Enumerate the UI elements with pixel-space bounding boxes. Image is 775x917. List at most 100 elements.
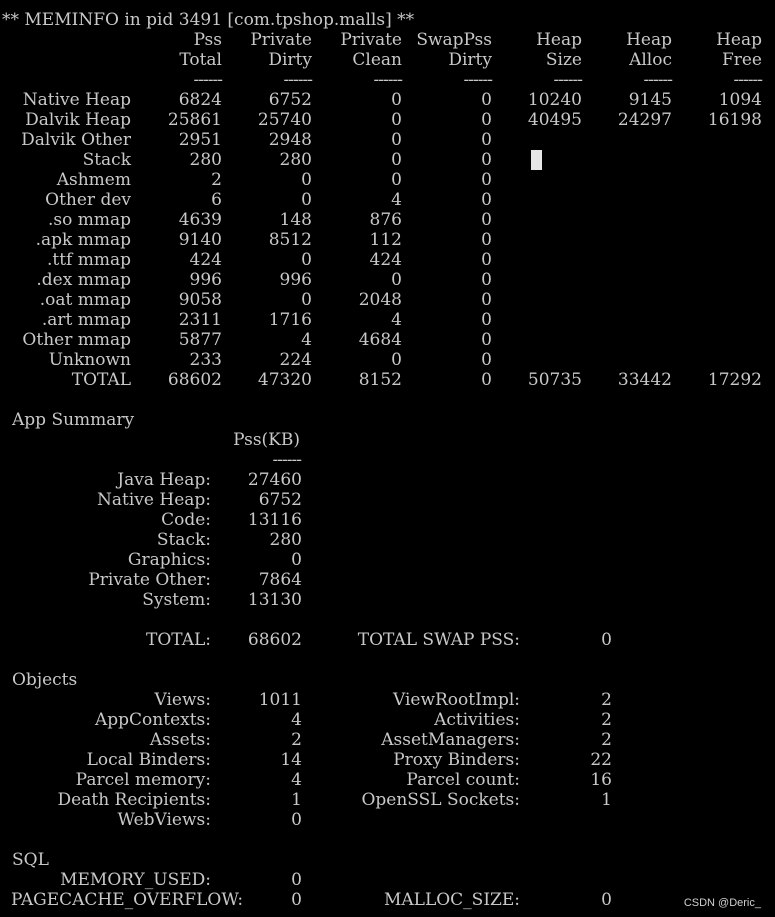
- row-label: Ashmem: [56, 170, 131, 190]
- column-header-top: Heap: [716, 30, 762, 50]
- cell-value: 1716: [268, 310, 312, 330]
- terminal-window: { "header": "** MEMINFO in pid 3491 [com…: [0, 0, 775, 917]
- app-summary-title: App Summary: [12, 410, 135, 430]
- cell-value: 0: [301, 290, 312, 310]
- cell-value: 10240: [527, 90, 582, 110]
- summary-label: System:: [142, 590, 211, 610]
- cell-value: 6752: [268, 90, 312, 110]
- cell-value: 0: [481, 110, 492, 130]
- object-label: Parcel memory:: [75, 770, 211, 790]
- cell-value: 6824: [178, 90, 222, 110]
- row-label: Stack: [82, 150, 131, 170]
- summary-label: Graphics:: [127, 550, 211, 570]
- object-label: Local Binders:: [86, 750, 211, 770]
- malloc-size-label: MALLOC_SIZE:: [383, 890, 520, 910]
- cell-value: 0: [481, 250, 492, 270]
- objects-title: Objects: [12, 670, 78, 690]
- cell-value: 0: [481, 130, 492, 150]
- summary-value: 13130: [247, 590, 302, 610]
- cell-value: 0: [481, 150, 492, 170]
- object-label: AppContexts:: [95, 710, 211, 730]
- cell-value: 0: [481, 290, 492, 310]
- total-swap-label: TOTAL SWAP PSS:: [357, 630, 520, 650]
- cell-value: 33442: [617, 370, 672, 390]
- row-label: .art mmap: [41, 310, 131, 330]
- cell-value: 2948: [268, 130, 312, 150]
- cell-value: 0: [481, 270, 492, 290]
- cell-value: 0: [481, 90, 492, 110]
- sql-label: PAGECACHE_OVERFLOW:: [11, 890, 244, 910]
- cell-value: 280: [189, 150, 222, 170]
- cell-value: 47320: [257, 370, 312, 390]
- object-value: 16: [590, 770, 612, 790]
- cell-value: 0: [301, 250, 312, 270]
- cell-value: 5877: [178, 330, 222, 350]
- cell-value: 424: [369, 250, 402, 270]
- cell-value: 0: [481, 230, 492, 250]
- cell-value: 224: [279, 350, 312, 370]
- cell-value: 0: [391, 270, 402, 290]
- sql-title: SQL: [12, 850, 49, 870]
- cell-value: 0: [391, 130, 402, 150]
- cell-value: 4: [391, 190, 402, 210]
- summary-value: 13116: [247, 510, 302, 530]
- summary-value: 7864: [258, 570, 302, 590]
- cell-value: 4: [391, 310, 402, 330]
- cell-value: 0: [481, 330, 492, 350]
- row-label: .so mmap: [47, 210, 131, 230]
- cell-value: 8512: [268, 230, 312, 250]
- summary-total-value: 68602: [247, 630, 302, 650]
- row-label: .oat mmap: [39, 290, 131, 310]
- cell-value: 0: [481, 170, 492, 190]
- object-value: 4: [291, 770, 302, 790]
- object-label: OpenSSL Sockets:: [361, 790, 520, 810]
- row-label: .dex mmap: [36, 270, 131, 290]
- cell-value: 4684: [358, 330, 402, 350]
- sql-label: MEMORY_USED:: [60, 870, 211, 890]
- cell-value: 996: [279, 270, 312, 290]
- pss-kb-header: Pss(KB): [233, 430, 300, 450]
- cell-value: 280: [279, 150, 312, 170]
- summary-label: Java Heap:: [117, 470, 211, 490]
- object-value: 2: [291, 730, 302, 750]
- cell-value: 0: [301, 170, 312, 190]
- row-label: Dalvik Heap: [25, 110, 131, 130]
- sql-value: 0: [291, 870, 302, 890]
- cell-value: 9140: [178, 230, 222, 250]
- sql-value: 0: [291, 890, 302, 910]
- malloc-size-value: 0: [601, 890, 612, 910]
- cell-value: 112: [369, 230, 402, 250]
- cell-value: 424: [189, 250, 222, 270]
- object-label: Parcel count:: [406, 770, 520, 790]
- cell-value: 4: [301, 330, 312, 350]
- row-label: Unknown: [48, 350, 131, 370]
- summary-label: Private Other:: [88, 570, 211, 590]
- object-value: 0: [291, 810, 302, 830]
- row-label: Native Heap: [22, 90, 131, 110]
- row-label: Other dev: [45, 190, 131, 210]
- object-label: AssetManagers:: [381, 730, 520, 750]
- object-value: 4: [291, 710, 302, 730]
- cell-value: 0: [391, 170, 402, 190]
- object-value: 2: [601, 710, 612, 730]
- cell-value: 0: [391, 110, 402, 130]
- row-label: Other mmap: [22, 330, 131, 350]
- cell-value: 148: [279, 210, 312, 230]
- column-header-bottom: Free: [721, 50, 762, 70]
- cell-value: 2311: [178, 310, 222, 330]
- cell-value: 8152: [358, 370, 402, 390]
- watermark: CSDN @Deric_: [683, 897, 761, 909]
- summary-value: 27460: [247, 470, 302, 490]
- cell-value: 4639: [178, 210, 222, 230]
- cell-value: 233: [189, 350, 222, 370]
- row-label: .apk mmap: [35, 230, 131, 250]
- cell-value: 68602: [167, 370, 222, 390]
- column-rule: ------: [733, 70, 763, 90]
- pss-kb-rule: ------: [272, 450, 302, 470]
- cell-value: 0: [481, 190, 492, 210]
- cell-value: 2951: [178, 130, 222, 150]
- cell-value: 25861: [167, 110, 222, 130]
- cell-value: 9058: [178, 290, 222, 310]
- cell-value: 0: [481, 350, 492, 370]
- object-value: 1: [601, 790, 612, 810]
